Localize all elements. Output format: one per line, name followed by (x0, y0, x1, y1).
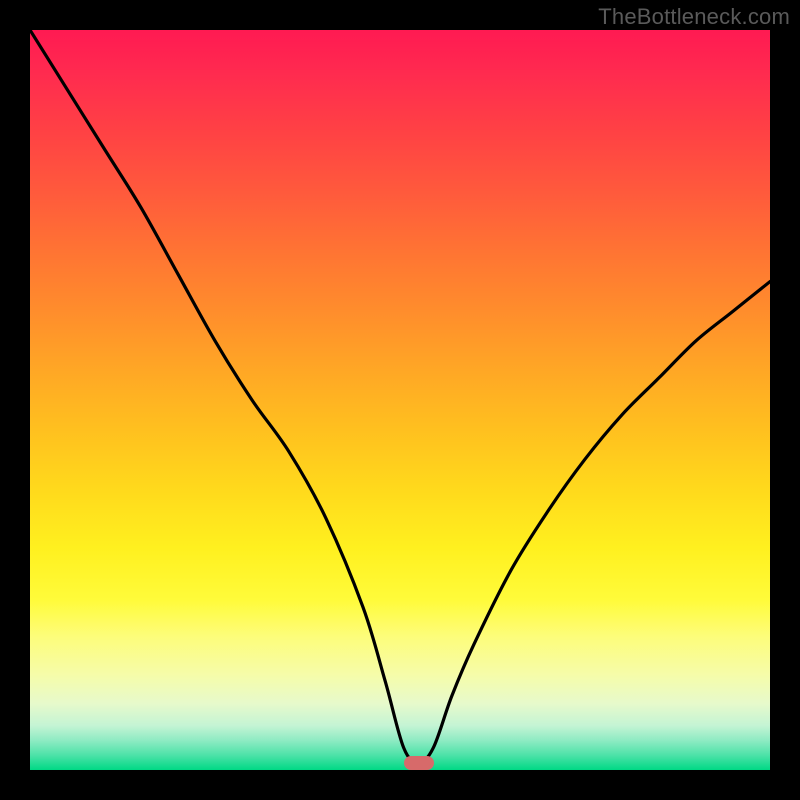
minimum-marker (404, 756, 434, 770)
plot-area (30, 30, 770, 770)
chart-frame: TheBottleneck.com (0, 0, 800, 800)
curve-path (30, 30, 770, 763)
watermark-text: TheBottleneck.com (598, 4, 790, 30)
bottleneck-curve (30, 30, 770, 770)
